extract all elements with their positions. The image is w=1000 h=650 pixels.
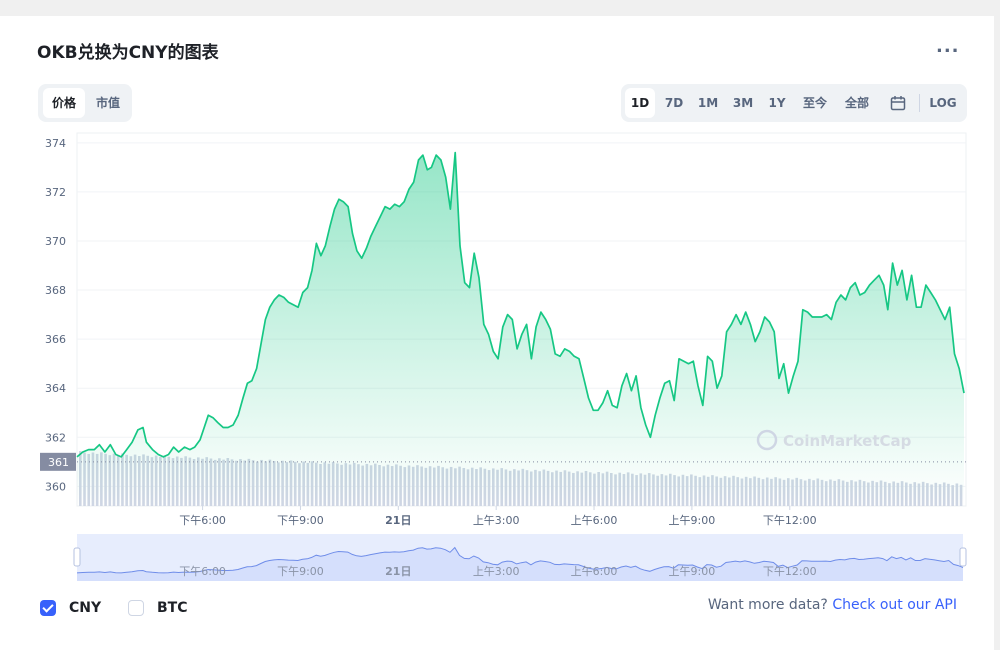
x-tick-label: 下午12:00 [763, 514, 817, 527]
x-tick-label: 上午9:00 [669, 514, 716, 527]
x-tick-label: 下午6:00 [179, 514, 226, 527]
y-tick-label: 370 [45, 235, 66, 248]
watermark-text: CoinMarketCap [783, 432, 912, 450]
navigator-tick-label: 下午9:00 [277, 565, 324, 578]
x-tick-label: 21日 [385, 514, 411, 527]
y-tick-label: 372 [45, 186, 66, 199]
y-tick-label: 368 [45, 284, 66, 297]
y-tick-label: 364 [45, 382, 66, 395]
current-price-label: 361 [48, 456, 69, 469]
price-chart: 374 372 370 368 366 364 362 360 361 CoinMarketCap… [40, 132, 967, 581]
navigator-tick-label: 上午6:00 [571, 565, 618, 578]
navigator-tick-label: 下午6:00 [179, 565, 226, 578]
navigator-tick-label: 下午12:00 [763, 565, 817, 578]
x-tick-label: 上午3:00 [473, 514, 520, 527]
y-tick-label: 362 [45, 431, 66, 444]
navigator-handle-right[interactable] [959, 547, 967, 567]
x-tick-label: 上午6:00 [571, 514, 618, 527]
x-tick-label: 下午9:00 [277, 514, 324, 527]
y-tick-label: 374 [45, 137, 66, 150]
y-tick-label: 360 [45, 480, 66, 493]
navigator-handle-left[interactable] [73, 547, 81, 567]
navigator-tick-label: 21日 [385, 565, 411, 578]
navigator-tick-label: 上午3:00 [473, 565, 520, 578]
price-area [77, 152, 964, 506]
navigator-tick-label: 上午9:00 [669, 565, 716, 578]
y-tick-label: 366 [45, 333, 66, 346]
